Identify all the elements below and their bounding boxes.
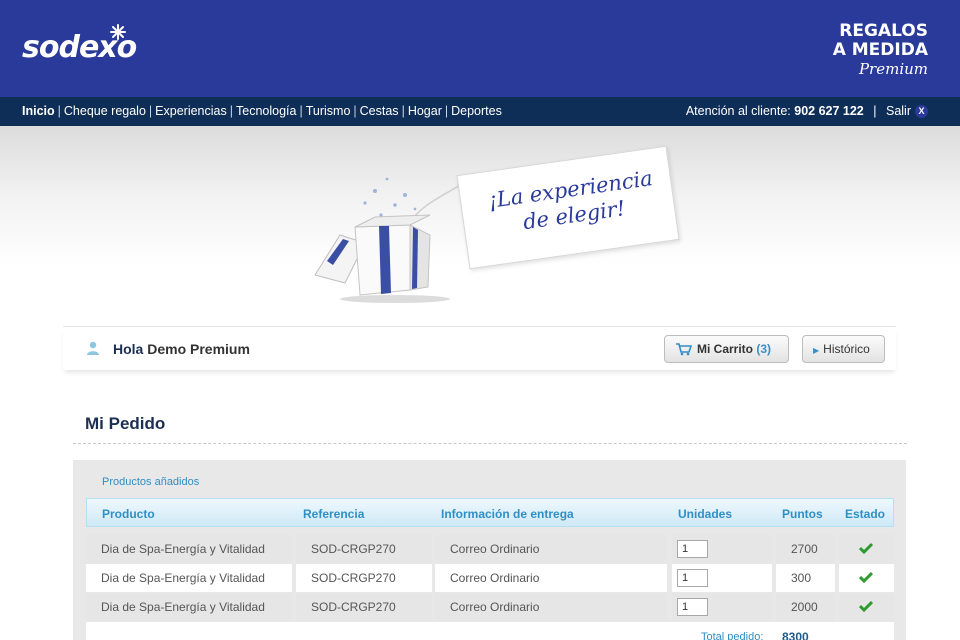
support-phone: 902 627 122 — [794, 104, 864, 118]
divider — [73, 443, 907, 444]
total-value: 8300 — [782, 630, 809, 640]
column-header-product: Producto — [102, 507, 155, 521]
site-header: sodexo REGALOS A MEDIDA Premium — [0, 0, 960, 97]
cart-label: Mi Carrito — [697, 342, 754, 356]
cell-points: 2000 — [776, 593, 835, 621]
table-header: Producto Referencia Información de entre… — [86, 498, 894, 527]
greeting-hola: Hola — [113, 341, 144, 357]
page-title: Mi Pedido — [85, 414, 166, 433]
check-icon — [859, 571, 873, 583]
nav-item-turismo[interactable]: Turismo — [306, 104, 351, 118]
logout-link[interactable]: Salir — [886, 104, 911, 118]
cell-units — [672, 593, 772, 621]
cell-reference: SOD-CRGP270 — [296, 535, 432, 563]
brand-line-3: Premium — [858, 60, 928, 78]
cell-status — [839, 535, 894, 563]
user-name: Demo Premium — [147, 341, 250, 357]
chevron-right-icon: ▶ — [813, 346, 820, 355]
nav-item-hogar[interactable]: Hogar — [408, 104, 442, 118]
cell-units — [672, 564, 772, 592]
nav-item-inicio[interactable]: Inicio — [22, 104, 55, 118]
order-total: Total pedido: 8300 — [86, 622, 894, 640]
brand-logo: REGALOS A MEDIDA Premium — [832, 21, 928, 79]
cell-points: 2700 — [776, 535, 835, 563]
total-label: Total pedido: — [701, 631, 764, 640]
banner-tag: ¡La experiencia de elegir! — [456, 145, 680, 270]
main-nav: Inicio | Cheque regalo | Experiencias | Tecnol… — [0, 97, 960, 126]
support-info: Atención al cliente: 902 627 122 | Salir… — [685, 104, 928, 119]
check-icon — [859, 542, 873, 554]
quantity-input[interactable] — [677, 598, 708, 616]
nav-item-experiencias[interactable]: Experiencias — [155, 104, 227, 118]
nav-item-tecnologia[interactable]: Tecnología — [236, 104, 296, 118]
close-icon[interactable]: X — [915, 105, 928, 119]
star-icon — [110, 24, 126, 40]
column-header-status: Estado — [845, 507, 886, 521]
hero-banner: ¡La experiencia de elegir! — [0, 126, 960, 326]
cell-delivery: Correo Ordinario — [435, 564, 667, 592]
cell-reference: SOD-CRGP270 — [296, 564, 432, 592]
cart-count: (3) — [756, 342, 772, 356]
column-header-units: Unidades — [678, 507, 733, 521]
nav-links: Inicio | Cheque regalo | Experiencias | Tecnol… — [22, 104, 502, 118]
history-button[interactable]: ▶ Histórico — [802, 335, 885, 363]
table-row: Dia de Spa-Energía y Vitalidad SOD-CRGP2… — [86, 535, 894, 563]
shopping-cart-icon — [676, 343, 692, 356]
history-label: Histórico — [823, 342, 870, 356]
cell-units — [672, 535, 772, 563]
banner-slogan: ¡La experiencia de elegir! — [480, 164, 665, 241]
section-subtitle: Productos añadidos — [102, 476, 200, 488]
order-panel: Productos añadidos Producto Referencia I… — [73, 460, 906, 640]
user-icon — [87, 341, 99, 355]
cell-status — [839, 564, 894, 592]
quantity-input[interactable] — [677, 569, 708, 587]
cell-status — [839, 593, 894, 621]
cell-delivery: Correo Ordinario — [435, 593, 667, 621]
cell-reference: SOD-CRGP270 — [296, 593, 432, 621]
nav-item-cestas[interactable]: Cestas — [360, 104, 399, 118]
support-label: Atención al cliente: — [685, 104, 791, 118]
cell-product: Dia de Spa-Energía y Vitalidad — [86, 564, 292, 592]
column-header-points: Puntos — [782, 507, 823, 521]
cell-product: Dia de Spa-Energía y Vitalidad — [86, 535, 292, 563]
table-row: Dia de Spa-Energía y Vitalidad SOD-CRGP2… — [86, 593, 894, 621]
check-icon — [859, 600, 873, 612]
cart-button[interactable]: Mi Carrito (3) — [664, 335, 789, 363]
column-header-reference: Referencia — [303, 507, 365, 521]
cell-delivery: Correo Ordinario — [435, 535, 667, 563]
nav-item-cheque-regalo[interactable]: Cheque regalo — [64, 104, 146, 118]
brand-line-2: A MEDIDA — [832, 40, 928, 60]
quantity-input[interactable] — [677, 540, 708, 558]
nav-item-deportes[interactable]: Deportes — [451, 104, 502, 118]
column-header-delivery: Información de entrega — [441, 507, 574, 521]
cell-points: 300 — [776, 564, 835, 592]
greeting-text: Hola Demo Premium — [113, 341, 250, 357]
brand-line-1: REGALOS — [839, 21, 928, 41]
table-row: Dia de Spa-Energía y Vitalidad SOD-CRGP2… — [86, 564, 894, 592]
cell-product: Dia de Spa-Energía y Vitalidad — [86, 593, 292, 621]
greeting-bar: Hola Demo Premium Mi Carrito (3) ▶ Histór… — [63, 326, 896, 370]
